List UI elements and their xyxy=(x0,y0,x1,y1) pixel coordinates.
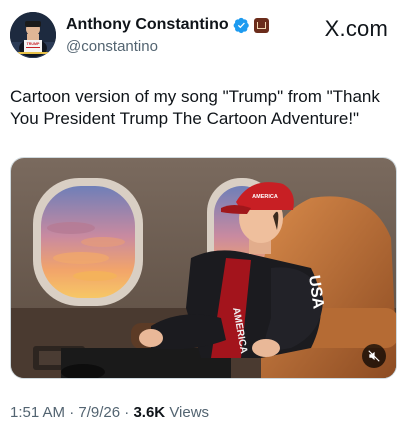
meta-separator: · xyxy=(69,404,75,421)
author-handle[interactable]: @constantino xyxy=(66,38,158,55)
post-meta: 1:51 AM · 7/9/26 · 3.6K Views xyxy=(10,404,209,421)
mute-icon xyxy=(368,350,380,362)
video-frame: AMERICA USA AMERICA xyxy=(11,158,396,378)
post-video[interactable]: AMERICA USA AMERICA xyxy=(10,157,397,379)
post-header: TRUMP Anthony Constantino @constantino X… xyxy=(10,12,388,62)
views-count: 3.6K xyxy=(133,404,166,421)
author-name[interactable]: Anthony Constantino xyxy=(66,16,229,34)
author-name-row: Anthony Constantino xyxy=(66,16,269,34)
avatar-sign-text: TRUMP xyxy=(27,42,40,46)
brand-watermark: X.com xyxy=(324,16,388,41)
cap-print-text: AMERICA xyxy=(252,194,278,200)
post-date[interactable]: 7/9/26 xyxy=(78,404,120,421)
avatar[interactable]: TRUMP xyxy=(10,12,56,58)
post-text: Cartoon version of my song "Trump" from … xyxy=(10,87,380,128)
verified-badge-icon xyxy=(233,17,249,33)
views-label: Views xyxy=(169,404,210,421)
post-time[interactable]: 1:51 AM xyxy=(10,404,65,421)
affiliate-badge-icon[interactable] xyxy=(253,17,269,33)
mute-button[interactable] xyxy=(362,344,386,368)
meta-separator: · xyxy=(124,404,130,421)
